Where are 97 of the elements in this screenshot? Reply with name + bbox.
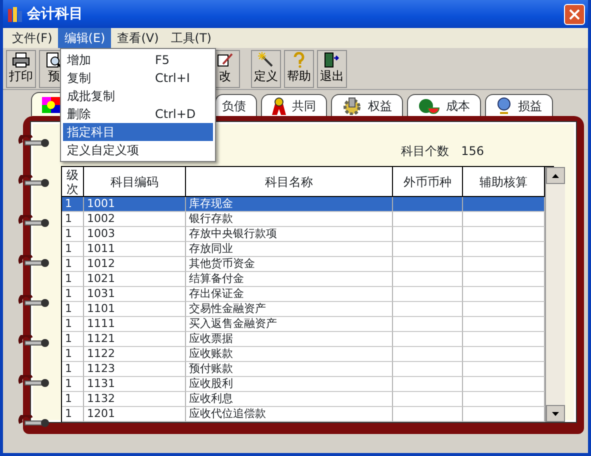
app-icon [6,5,24,23]
window-title: 会计科目 [27,4,84,24]
table-cell: 1 [62,257,84,272]
table-cell [393,212,463,227]
table-cell [393,287,463,302]
table-cell: 1 [62,317,84,332]
menu-item[interactable]: 查看(V) [111,28,165,48]
table-cell: 1 [62,212,84,227]
toolbar-button[interactable]: 打印 [6,50,36,88]
scrollbar[interactable] [545,167,565,422]
table-cell: 1201 [84,407,186,422]
table-cell: 其他货币资金 [186,257,393,272]
table-cell: 应收代位追偿款 [186,407,393,422]
table-cell: 银行存款 [186,212,393,227]
table-cell: 应收股利 [186,377,393,392]
table-cell [393,197,463,212]
table-cell: 1 [62,377,84,392]
table-cell: 1122 [84,347,186,362]
table-cell: 1 [62,242,84,257]
table-cell [393,347,463,362]
globe-icon [496,96,512,114]
menu-item[interactable]: 删除 Ctrl+D [63,105,213,123]
table-cell: 1131 [84,377,186,392]
menu-item[interactable]: 工具(T) [164,28,218,48]
menu-item[interactable]: 指定科目 [63,123,213,141]
table-cell: 1 [62,332,84,347]
table-cell [393,407,463,422]
table-cell: 库存现金 [186,197,393,212]
help-icon [292,52,306,68]
menu-item[interactable]: 编辑(E) [58,28,112,48]
table-cell: 1111 [84,317,186,332]
table-cell: 1012 [84,257,186,272]
door-icon [324,52,340,68]
table-cell [393,362,463,377]
close-button[interactable] [564,4,585,24]
scroll-up-button[interactable] [546,167,565,184]
table-cell: 存放同业 [186,242,393,257]
table-cell: 1 [62,197,84,212]
table-cell: 1003 [84,227,186,242]
table-cell: 交易性金融资产 [186,302,393,317]
table-cell: 1 [62,392,84,407]
table-cell: 1031 [84,287,186,302]
table-cell: 1 [62,407,84,422]
gear-icon [342,96,362,114]
table-cell: 1132 [84,392,186,407]
table-cell: 存出保证金 [186,287,393,302]
tab[interactable]: 损益 [485,94,553,116]
tab[interactable]: 负债 [215,94,257,116]
table-cell: 应收利息 [186,392,393,407]
table-cell [393,257,463,272]
scroll-down-button[interactable] [546,405,565,422]
table-cell: 1 [62,302,84,317]
table-cell: 1123 [84,362,186,377]
down-arrow-icon [552,412,559,416]
tab[interactable]: 成本 [407,94,481,116]
color-squares-icon [42,96,60,112]
toolbar-button[interactable]: 帮助 [284,50,314,88]
table-cell: 1011 [84,242,186,257]
table-cell: 1021 [84,272,186,287]
table-cell: 1 [62,227,84,242]
table-cell: 预付账款 [186,362,393,377]
table-cell: 1 [62,362,84,377]
close-icon [569,8,580,20]
table-cell: 1 [62,272,84,287]
table-cell: 1001 [84,197,186,212]
table-cell [393,227,463,242]
table-cell: 结算备付金 [186,272,393,287]
table-cell: 1 [62,287,84,302]
up-arrow-icon [552,174,559,178]
table-cell: 应收账款 [186,347,393,362]
wand-icon [258,52,274,68]
printer-icon [12,52,30,68]
table-cell [393,377,463,392]
table-cell [393,332,463,347]
ribbon-icon [272,96,286,114]
count-value: 156 [461,143,484,160]
table-cell: 1101 [84,302,186,317]
toolbar-button[interactable]: 退出 [317,50,347,88]
tab[interactable]: 权益 [331,94,403,116]
table-cell: 1121 [84,332,186,347]
table-cell [393,272,463,287]
table-cell: 1002 [84,212,186,227]
count-label: 科目个数 [401,143,450,160]
tab[interactable]: 共同 [261,94,327,116]
table-cell: 存放中央银行款项 [186,227,393,242]
table-cell: 买入返售金融资产 [186,317,393,332]
watermelon-icon [418,98,440,114]
table-cell [393,242,463,257]
toolbar-button[interactable]: 定义 [251,50,281,88]
table-cell [393,392,463,407]
menu-item[interactable]: 定义自定义项 [63,141,213,159]
menu-item[interactable]: 文件(F) [6,28,58,48]
table-cell: 1 [62,347,84,362]
menu-item[interactable]: 成批复制 [63,87,213,105]
table-cell [393,317,463,332]
table-cell [393,302,463,317]
table-cell: 应收票据 [186,332,393,347]
